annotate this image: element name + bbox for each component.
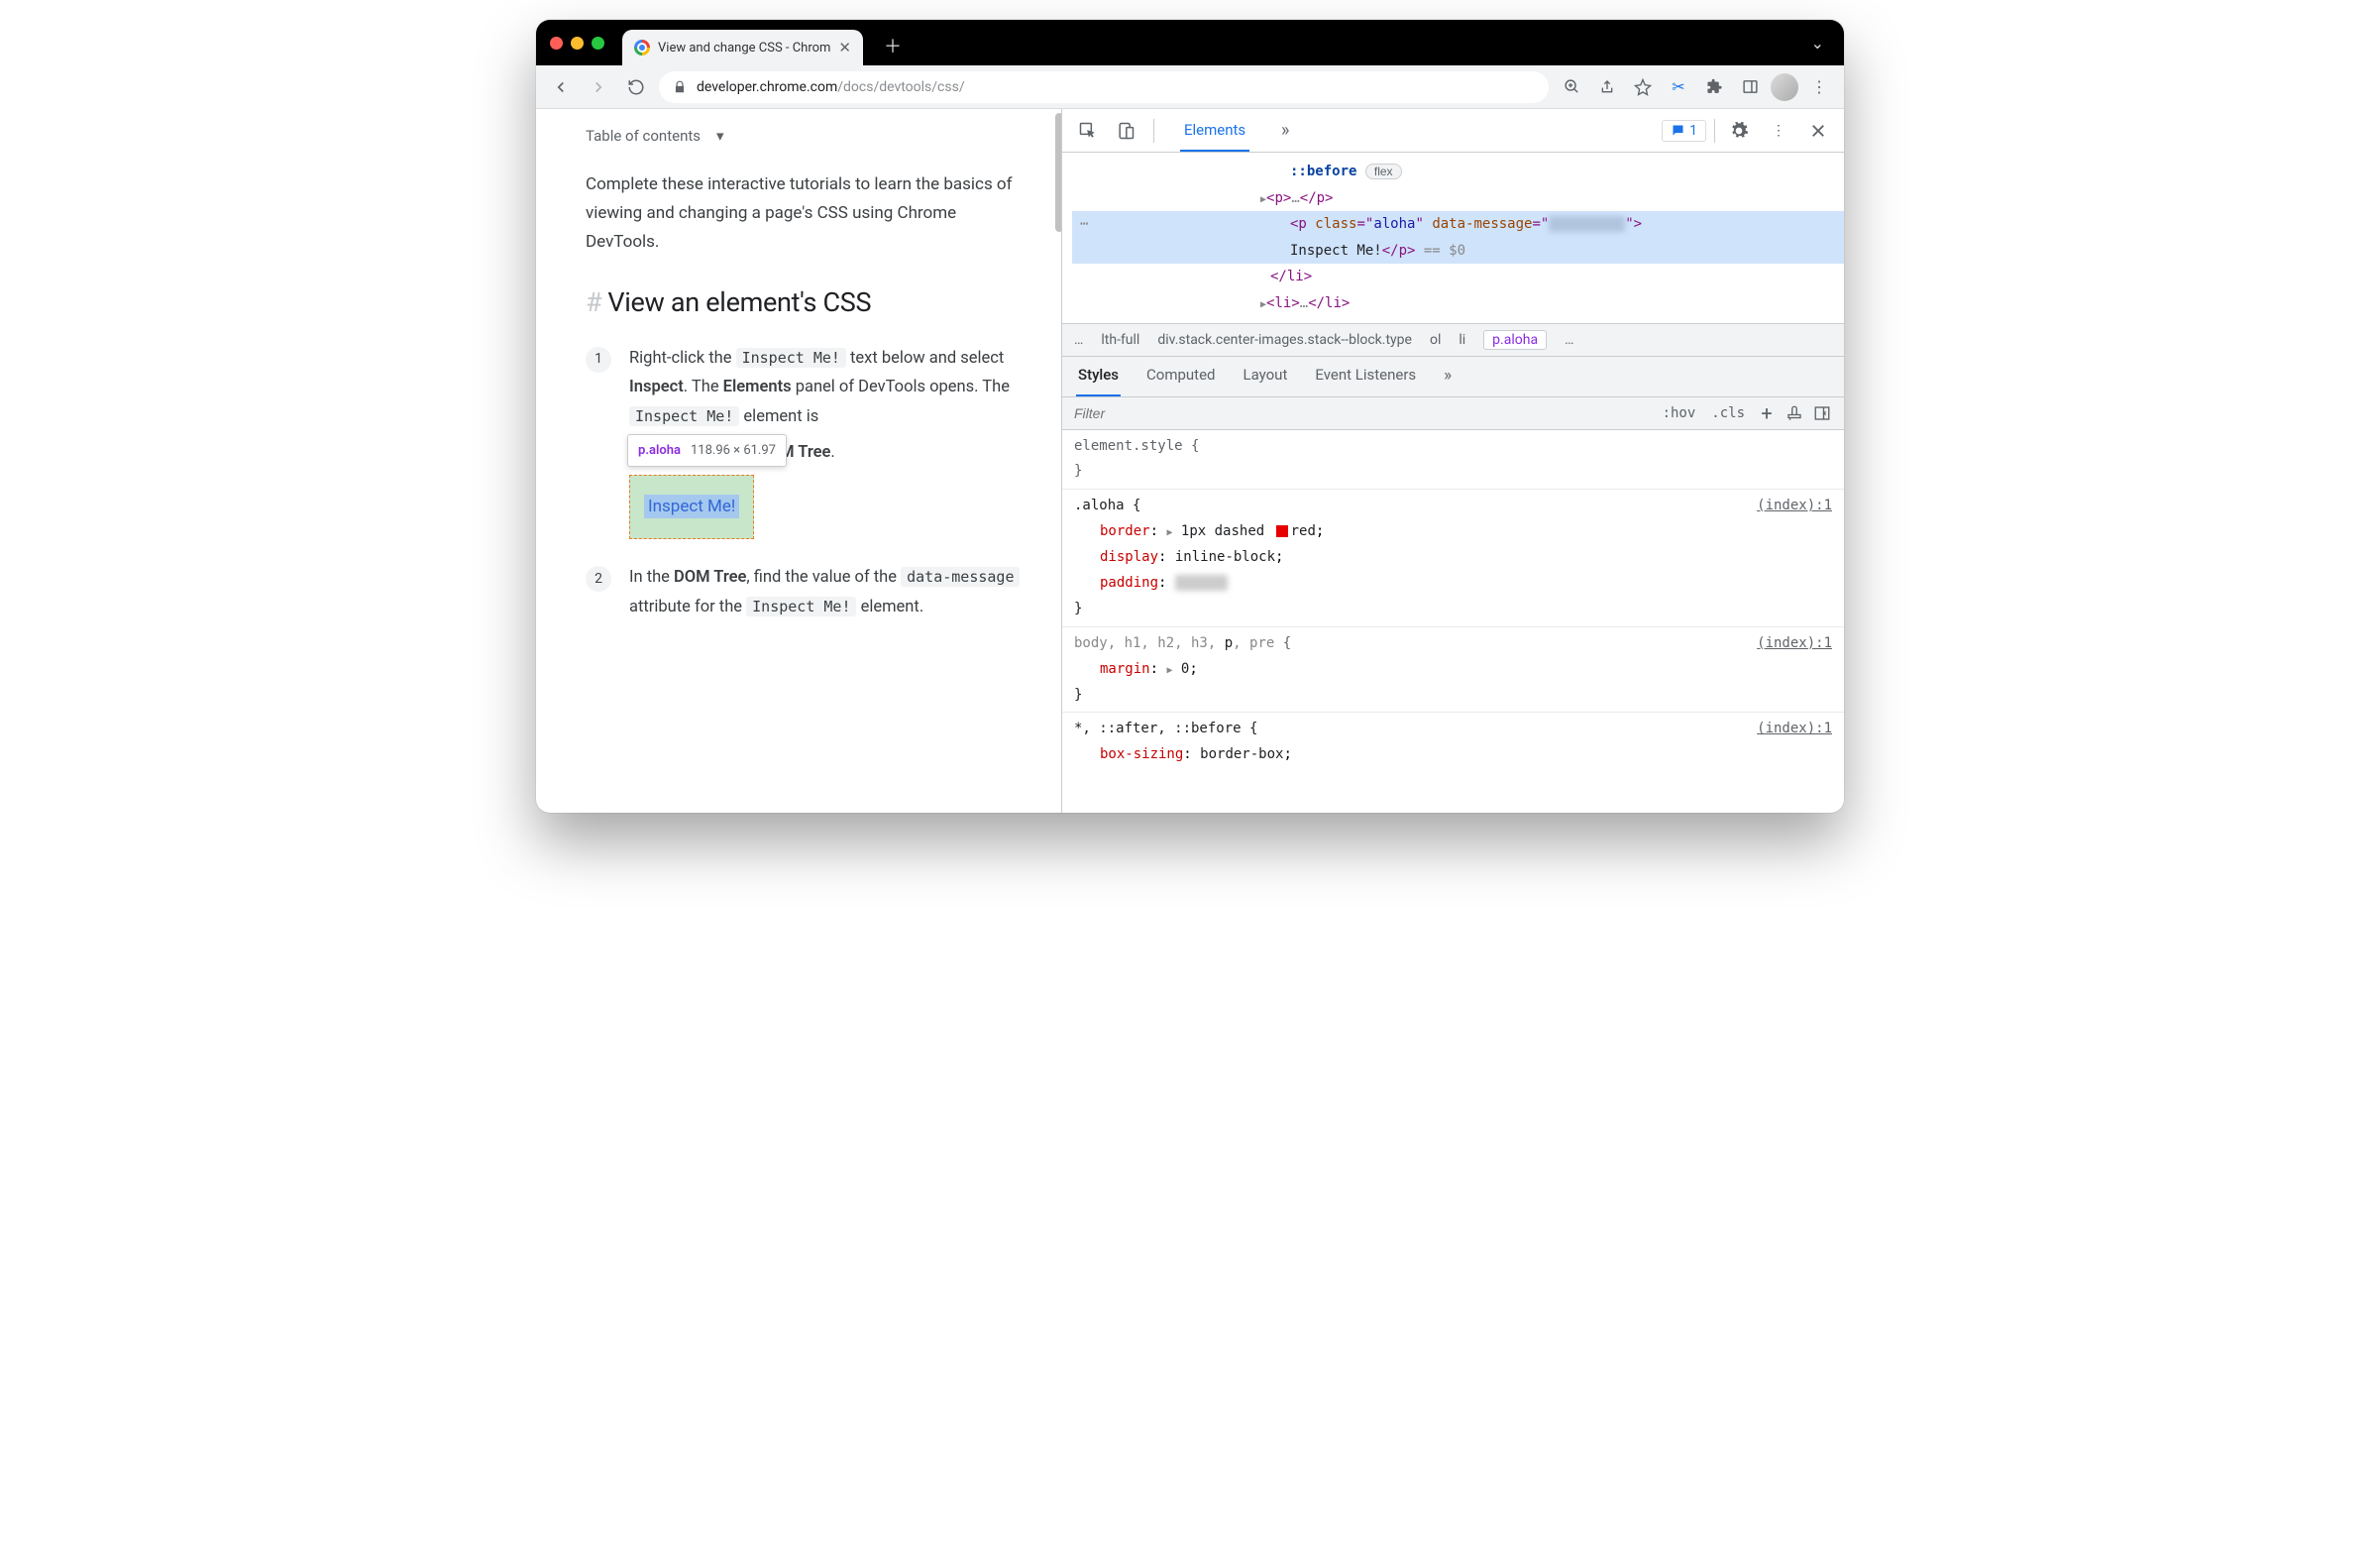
step-item: 2 In the DOM Tree, find the value of the… [586,563,1031,621]
rule-source-link[interactable]: (index):1 [1757,717,1832,742]
rule-source-link[interactable]: (index):1 [1757,494,1832,519]
tabs-dropdown-button[interactable]: ⌄ [1811,34,1830,53]
styles-rules[interactable]: element.style { } (index):1 .aloha { bor… [1062,430,1844,813]
titlebar: View and change CSS - Chrom ✕ ＋ ⌄ [536,20,1844,65]
back-button[interactable] [546,72,576,102]
tab-elements[interactable]: Elements [1180,110,1249,152]
tooltip-selector: p.aloha [638,439,681,462]
toc-label: Table of contents [586,127,701,145]
close-tab-button[interactable]: ✕ [838,39,851,56]
page-scrollbar[interactable] [1055,113,1061,232]
window-controls [550,37,604,50]
subtab-event-listeners[interactable]: Event Listeners [1313,357,1418,396]
toc-toggle[interactable]: Table of contents ▾ [586,127,1031,145]
browser-tab[interactable]: View and change CSS - Chrom ✕ [622,30,863,65]
page-content: Table of contents ▾ Complete these inter… [536,109,1061,813]
maximize-window-button[interactable] [592,37,604,50]
code-token: data-message [901,567,1020,587]
step-number: 2 [586,566,611,592]
hash-icon: # [586,286,601,318]
paint-brush-icon[interactable] [1783,404,1806,422]
minimize-window-button[interactable] [571,37,584,50]
style-rule[interactable]: (index):1 *, ::after, ::before { box-siz… [1062,713,1844,772]
new-tab-button[interactable]: ＋ [879,32,907,59]
close-devtools-button[interactable] [1802,115,1834,147]
style-rule[interactable]: element.style { } [1062,430,1844,491]
sidepanel-icon[interactable] [1735,72,1765,102]
blurred-value: xx [1549,216,1625,232]
code-token: Inspect Me! [629,406,739,426]
new-style-rule-button[interactable]: + [1755,401,1779,425]
breadcrumb-current[interactable]: p.aloha [1483,330,1547,350]
subtab-styles[interactable]: Styles [1076,357,1121,396]
url-text: developer.chrome.com/docs/devtools/css/ [697,79,965,95]
devtools-tabbar: Elements » 1 ⋮ [1062,109,1844,153]
elements-breadcrumb[interactable]: … lth-full div.stack.center-images.stack… [1062,324,1844,357]
code-token: Inspect Me! [746,597,856,616]
intro-paragraph: Complete these interactive tutorials to … [586,170,1031,257]
inspect-element-button[interactable] [1072,115,1104,147]
zoom-icon[interactable] [1557,72,1586,102]
issue-icon [1671,123,1685,138]
devtools-panel: Elements » 1 ⋮ [1061,109,1844,813]
chrome-menu-button[interactable]: ⋮ [1804,72,1834,102]
share-icon[interactable] [1592,72,1622,102]
styles-filter-bar: :hov .cls + [1062,397,1844,430]
styles-subtabs: Styles Computed Layout Event Listeners » [1062,357,1844,397]
lock-icon [673,80,687,94]
style-rule[interactable]: (index):1 .aloha { border: ▶ 1px dashed … [1062,490,1844,626]
blurred-value: xx [1175,575,1228,591]
bookmark-star-icon[interactable] [1628,72,1658,102]
tab-title: View and change CSS - Chrom [658,41,830,56]
scissors-icon[interactable]: ✂ [1664,72,1693,102]
more-subtabs-button[interactable]: » [1442,357,1454,396]
flex-badge[interactable]: flex [1365,164,1402,179]
inspector-tooltip: p.aloha 118.96 × 61.97 [627,434,787,467]
chrome-favicon-icon [634,40,650,56]
toolbar-actions: ✂ ⋮ [1557,72,1834,102]
browser-toolbar: developer.chrome.com/docs/devtools/css/ … [536,65,1844,109]
elements-tree[interactable]: ::before flex ▶<p>…</p> <p class="aloha"… [1062,153,1844,324]
issues-button[interactable]: 1 [1662,120,1706,142]
device-toggle-button[interactable] [1110,115,1141,147]
styles-filter-input[interactable] [1072,401,1653,425]
subtab-layout[interactable]: Layout [1242,357,1290,396]
address-bar[interactable]: developer.chrome.com/docs/devtools/css/ [659,71,1549,103]
profile-avatar[interactable] [1771,73,1798,101]
devtools-menu-button[interactable]: ⋮ [1763,115,1794,147]
selected-element[interactable]: <p class="aloha" data-message="xx">Inspe… [1072,211,1844,264]
subtab-computed[interactable]: Computed [1144,357,1218,396]
section-heading: #View an element's CSS [586,286,1031,318]
computed-sidebar-toggle-icon[interactable] [1810,404,1834,422]
settings-gear-icon[interactable] [1723,115,1755,147]
close-window-button[interactable] [550,37,563,50]
color-swatch[interactable] [1276,525,1288,537]
cls-toggle[interactable]: .cls [1705,403,1751,423]
step-item: 1 Right-click the Inspect Me! text below… [586,344,1031,539]
forward-button[interactable] [584,72,613,102]
rule-source-link[interactable]: (index):1 [1757,631,1832,657]
inspect-me-element[interactable]: Inspect Me! [629,475,754,539]
hov-toggle[interactable]: :hov [1657,403,1702,423]
style-rule[interactable]: (index):1 body, h1, h2, h3, p, pre { mar… [1062,627,1844,714]
extensions-icon[interactable] [1699,72,1729,102]
code-token: Inspect Me! [736,348,846,368]
chevron-down-icon: ▾ [716,127,724,145]
tooltip-dimensions: 118.96 × 61.97 [691,439,776,462]
reload-button[interactable] [621,72,651,102]
more-tabs-button[interactable]: » [1269,115,1301,147]
step-number: 1 [586,347,611,373]
